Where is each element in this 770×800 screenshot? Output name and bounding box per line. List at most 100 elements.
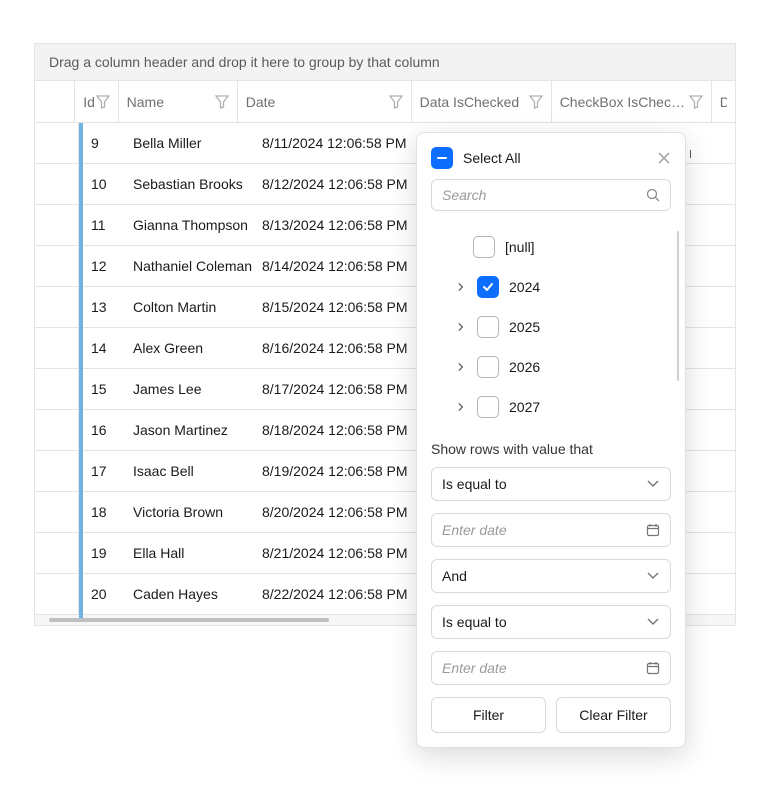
cell-id[interactable]: 13 (79, 299, 125, 315)
cell-date[interactable]: 8/11/2024 12:06:58 PM (254, 135, 443, 151)
expand-icon[interactable] (455, 321, 467, 333)
cell-date[interactable]: 8/19/2024 12:06:58 PM (254, 463, 443, 479)
cell-name[interactable]: Nathaniel Coleman (125, 258, 254, 274)
expand-icon[interactable] (455, 281, 467, 293)
column-header-checkbox-ischecked[interactable]: CheckBox IsChecked (552, 81, 712, 122)
expand-icon[interactable] (455, 401, 467, 413)
tree-scroll-track[interactable] (677, 231, 679, 381)
tree-item[interactable]: 2024 (431, 267, 671, 307)
expand-icon[interactable] (455, 361, 467, 373)
tree-item[interactable]: 2026 (431, 347, 671, 387)
column-header-id[interactable]: Id (75, 81, 118, 122)
date-placeholder: Enter date (442, 660, 507, 676)
cell-date[interactable]: 8/16/2024 12:06:58 PM (254, 340, 443, 356)
group-by-panel[interactable]: Drag a column header and drop it here to… (35, 44, 735, 81)
tree-item-label: [null] (505, 239, 535, 255)
operator2-combo[interactable]: Is equal to (431, 605, 671, 639)
cell-id[interactable]: 17 (79, 463, 125, 479)
cell-name[interactable]: Isaac Bell (125, 463, 254, 479)
select-all-label: Select All (463, 150, 521, 166)
cell-date[interactable]: 8/17/2024 12:06:58 PM (254, 381, 443, 397)
row-indicator-cell (35, 287, 79, 327)
row-indicator-cell (35, 492, 79, 532)
cell-id[interactable]: 10 (79, 176, 125, 192)
cell-name[interactable]: Sebastian Brooks (125, 176, 254, 192)
cell-name[interactable]: Jason Martinez (125, 422, 254, 438)
cell-id[interactable]: 18 (79, 504, 125, 520)
cell-id[interactable]: 14 (79, 340, 125, 356)
row-indicator-cell (35, 369, 79, 409)
tree-checkbox[interactable] (477, 316, 499, 338)
calendar-icon[interactable] (646, 661, 660, 675)
logic-combo[interactable]: And (431, 559, 671, 593)
scroll-thumb[interactable] (49, 618, 329, 622)
row-indicator-header (35, 81, 75, 122)
date1-input[interactable]: Enter date (431, 513, 671, 547)
cell-date[interactable]: 8/14/2024 12:06:58 PM (254, 258, 443, 274)
popup-header: Select All (417, 143, 685, 179)
funnel-icon[interactable] (529, 95, 543, 109)
select-all-checkbox-indeterminate[interactable] (431, 147, 453, 169)
column-header-row: Id Name Date Data IsChecked CheckBox IsC… (35, 81, 735, 123)
cell-id[interactable]: 12 (79, 258, 125, 274)
cell-name[interactable]: Ella Hall (125, 545, 254, 561)
clear-filter-button[interactable]: Clear Filter (556, 697, 671, 733)
column-label: Dy (720, 94, 727, 110)
cell-name[interactable]: Bella Miller (125, 135, 254, 151)
row-indicator-cell (35, 123, 79, 163)
cell-name[interactable]: Victoria Brown (125, 504, 254, 520)
tree-checkbox[interactable] (477, 276, 499, 298)
cell-date[interactable]: 8/12/2024 12:06:58 PM (254, 176, 443, 192)
cell-name[interactable]: Colton Martin (125, 299, 254, 315)
filter-button[interactable]: Filter (431, 697, 546, 733)
column-header-data-ischecked[interactable]: Data IsChecked (412, 81, 552, 122)
column-header-dynamic[interactable]: Dy (712, 81, 735, 122)
select-all-row[interactable]: Select All (431, 147, 521, 169)
cell-date[interactable]: 8/13/2024 12:06:58 PM (254, 217, 443, 233)
cell-date[interactable]: 8/15/2024 12:06:58 PM (254, 299, 443, 315)
cell-date[interactable]: 8/21/2024 12:06:58 PM (254, 545, 443, 561)
cell-name[interactable]: James Lee (125, 381, 254, 397)
tree-checkbox[interactable] (477, 396, 499, 418)
tree-item[interactable]: 2025 (431, 307, 671, 347)
column-header-name[interactable]: Name (119, 81, 238, 122)
cell-id[interactable]: 15 (79, 381, 125, 397)
cell-date[interactable]: 8/20/2024 12:06:58 PM (254, 504, 443, 520)
combo-value: And (442, 568, 467, 584)
cell-tick-indicator (690, 150, 696, 158)
row-indicator-cell (35, 205, 79, 245)
cell-name[interactable]: Caden Hayes (125, 586, 254, 602)
row-indicator-cell (35, 533, 79, 573)
calendar-icon[interactable] (646, 523, 660, 537)
cell-id[interactable]: 9 (79, 135, 125, 151)
condition-title: Show rows with value that (431, 441, 671, 457)
tree-item[interactable]: [null] (431, 227, 671, 267)
date-placeholder: Enter date (442, 522, 507, 538)
tree-checkbox[interactable] (473, 236, 495, 258)
cell-id[interactable]: 19 (79, 545, 125, 561)
date2-input[interactable]: Enter date (431, 651, 671, 685)
row-indicator-cell (35, 574, 79, 614)
column-header-date[interactable]: Date (238, 81, 412, 122)
cell-date[interactable]: 8/18/2024 12:06:58 PM (254, 422, 443, 438)
funnel-icon[interactable] (215, 95, 229, 109)
funnel-icon[interactable] (389, 95, 403, 109)
cell-date[interactable]: 8/22/2024 12:06:58 PM (254, 586, 443, 602)
cell-id[interactable]: 20 (79, 586, 125, 602)
cell-id[interactable]: 11 (79, 217, 125, 233)
filter-search-box[interactable] (431, 179, 671, 211)
funnel-icon[interactable] (96, 95, 110, 109)
cell-id[interactable]: 16 (79, 422, 125, 438)
cell-name[interactable]: Gianna Thompson (125, 217, 254, 233)
close-icon[interactable] (657, 151, 671, 165)
tree-item[interactable]: 2027 (431, 387, 671, 427)
column-label: Name (127, 94, 164, 110)
tree-checkbox[interactable] (477, 356, 499, 378)
row-indicator-cell (35, 451, 79, 491)
cell-name[interactable]: Alex Green (125, 340, 254, 356)
column-filter-popup: Select All [null] 2024202520262027 Show r… (416, 132, 686, 748)
row-selection-indicator (79, 123, 83, 618)
funnel-icon[interactable] (689, 95, 703, 109)
search-input[interactable] (442, 187, 646, 203)
operator1-combo[interactable]: Is equal to (431, 467, 671, 501)
